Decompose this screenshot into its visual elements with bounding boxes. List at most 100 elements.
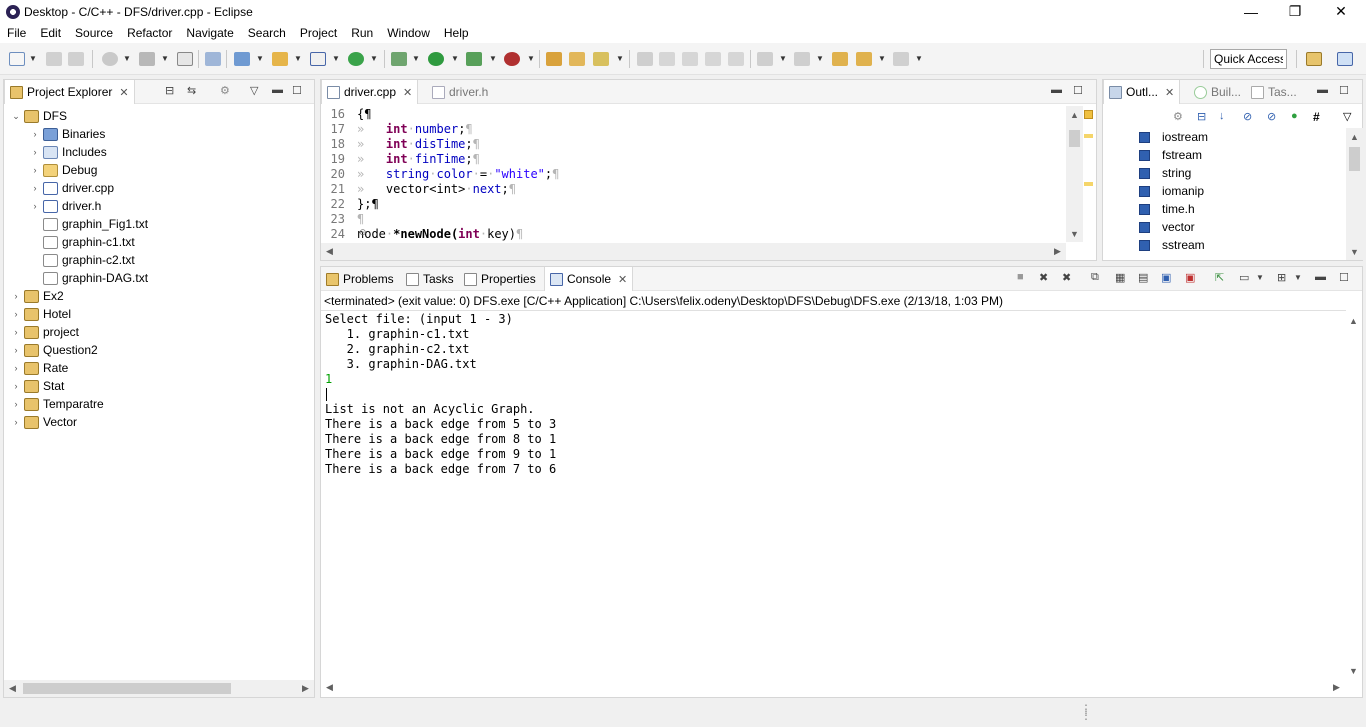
next-annotation-icon[interactable] (757, 52, 773, 66)
tree-item-driver-h[interactable]: › driver.h (29, 197, 102, 215)
outline-item[interactable]: iomanip (1103, 182, 1204, 200)
last-edit-icon[interactable] (832, 52, 848, 66)
mark-occurrences-icon[interactable] (637, 52, 653, 66)
editor-horizontal-scrollbar[interactable]: ◀ ▶ (321, 243, 1066, 260)
outline-item[interactable]: time.h (1103, 200, 1195, 218)
chevron-right-icon[interactable]: › (29, 183, 41, 193)
dropdown-arrow-icon[interactable]: ▼ (616, 54, 624, 63)
minimize-button[interactable]: — (1228, 0, 1274, 23)
tab-tasks[interactable]: Tas... (1246, 80, 1302, 104)
dropdown-arrow-icon[interactable]: ▼ (332, 54, 340, 63)
dropdown-arrow-icon[interactable]: ▼ (878, 54, 886, 63)
tab-build-targets[interactable]: Buil... (1189, 80, 1246, 104)
tree-item-debug[interactable]: › Debug (29, 161, 98, 179)
dropdown-arrow-icon[interactable]: ▼ (29, 54, 37, 63)
show-whitespace-icon[interactable] (728, 52, 744, 66)
editor-vertical-scrollbar[interactable]: ▲ ▼ (1066, 106, 1083, 242)
chevron-right-icon[interactable]: › (10, 309, 22, 319)
outline-item[interactable]: string (1103, 164, 1191, 182)
maximize-icon[interactable]: ☐ (1073, 84, 1083, 97)
new-class-icon[interactable] (310, 52, 326, 66)
terminate-icon[interactable]: ■ (1017, 271, 1024, 283)
dropdown-arrow-icon[interactable]: ▼ (370, 54, 378, 63)
collapse-all-icon[interactable]: ⊟ (1197, 110, 1206, 123)
status-grip-icon[interactable]: ⋮ ⋮ (1080, 703, 1092, 721)
hide-nonpublic-icon[interactable]: ● (1291, 110, 1298, 122)
close-icon[interactable]: ✕ (403, 86, 412, 99)
tree-item-project[interactable]: › Ex2 (10, 287, 64, 305)
open-type-icon[interactable] (546, 52, 562, 66)
quick-access-field[interactable] (1210, 49, 1287, 69)
close-icon[interactable]: ✕ (1165, 86, 1174, 99)
tree-item-project[interactable]: › Vector (10, 413, 78, 431)
debug-icon[interactable] (391, 52, 407, 66)
menu-project[interactable]: Project (293, 26, 344, 40)
scroll-right-icon[interactable]: ▶ (1049, 243, 1066, 260)
save-icon[interactable] (46, 52, 62, 66)
horizontal-scrollbar[interactable]: ◀ ▶ (4, 680, 314, 697)
scroll-down-icon[interactable]: ▼ (1346, 243, 1363, 260)
run-icon[interactable] (428, 52, 444, 66)
new-icon[interactable] (9, 52, 25, 66)
dropdown-arrow-icon[interactable]: ▼ (816, 54, 824, 63)
tree-item-project[interactable]: › Question2 (10, 341, 98, 359)
fold-minus-icon[interactable]: ⊖ (359, 227, 367, 238)
tab-tasks[interactable]: Tasks (401, 267, 459, 291)
scroll-thumb[interactable] (1069, 130, 1080, 147)
filter-icon[interactable]: ⚙ (220, 84, 230, 97)
open-perspective-icon[interactable] (1306, 52, 1322, 66)
hide-fields-icon[interactable]: ⊘ (1243, 110, 1252, 123)
collapse-all-icon[interactable]: ⊟ (165, 84, 174, 97)
scroll-left-icon[interactable]: ◀ (4, 680, 21, 697)
sort-icon[interactable]: ↓ (1219, 110, 1225, 122)
close-button[interactable]: ✕ (1318, 0, 1364, 23)
scroll-up-icon[interactable]: ▲ (1345, 312, 1362, 329)
hide-static-icon[interactable]: ⊘ (1267, 110, 1276, 123)
back-icon[interactable] (856, 52, 872, 66)
close-icon[interactable]: ✕ (119, 86, 128, 99)
dropdown-arrow-icon[interactable]: ▼ (1294, 273, 1302, 282)
dropdown-arrow-icon[interactable]: ▼ (1256, 273, 1264, 282)
chevron-right-icon[interactable]: › (10, 363, 22, 373)
chevron-right-icon[interactable]: › (10, 399, 22, 409)
view-menu-icon[interactable]: ▽ (250, 84, 258, 97)
tree-item-driver-cpp[interactable]: › driver.cpp (29, 179, 115, 197)
tab-driver-h[interactable]: driver.h (427, 80, 493, 104)
tree-item-file[interactable]: graphin-c2.txt (41, 251, 135, 269)
outline-item[interactable]: vector (1103, 218, 1195, 236)
scroll-down-icon[interactable]: ▼ (1345, 662, 1362, 679)
console-vertical-scrollbar[interactable]: ▲ ▼ (1345, 312, 1362, 679)
console-output[interactable]: Select file: (input 1 - 3) 1. graphin-c1… (321, 312, 1346, 674)
tree-item-file[interactable]: graphin-c1.txt (41, 233, 135, 251)
skip-breakpoints-icon[interactable] (205, 52, 221, 66)
menu-file[interactable]: File (0, 26, 33, 40)
tree-item-dfs[interactable]: ⌄ DFS (10, 107, 67, 125)
outline-item[interactable]: fstream (1103, 146, 1202, 164)
chevron-right-icon[interactable]: › (10, 417, 22, 427)
dropdown-arrow-icon[interactable]: ▼ (527, 54, 535, 63)
external-tools-icon[interactable] (504, 52, 520, 66)
dropdown-arrow-icon[interactable]: ▼ (123, 54, 131, 63)
menu-run[interactable]: Run (344, 26, 380, 40)
scroll-down-icon[interactable]: ▼ (1066, 225, 1083, 242)
word-wrap-icon[interactable]: ▣ (1161, 271, 1171, 284)
clear-console-icon[interactable]: ▦ (1115, 271, 1125, 284)
open-element-icon[interactable] (569, 52, 585, 66)
annotation-marker[interactable] (1084, 134, 1093, 138)
dropdown-arrow-icon[interactable]: ▼ (294, 54, 302, 63)
toggle-annotation-icon[interactable] (659, 52, 675, 66)
save-all-icon[interactable] (68, 52, 84, 66)
menu-help[interactable]: Help (437, 26, 476, 40)
chevron-right-icon[interactable]: › (29, 201, 41, 211)
dropdown-arrow-icon[interactable]: ▼ (256, 54, 264, 63)
tree-item-project[interactable]: › project (10, 323, 80, 341)
new-c-icon[interactable] (348, 52, 364, 66)
forward-icon[interactable] (893, 52, 909, 66)
dropdown-arrow-icon[interactable]: ▼ (779, 54, 787, 63)
hide-defines-icon[interactable]: # (1313, 110, 1320, 124)
menu-window[interactable]: Window (380, 26, 437, 40)
tab-driver-cpp[interactable]: driver.cpp ✕ (321, 80, 419, 104)
search-icon[interactable] (593, 52, 609, 66)
tab-properties[interactable]: Properties (459, 267, 541, 291)
hammer-icon[interactable] (139, 52, 155, 66)
